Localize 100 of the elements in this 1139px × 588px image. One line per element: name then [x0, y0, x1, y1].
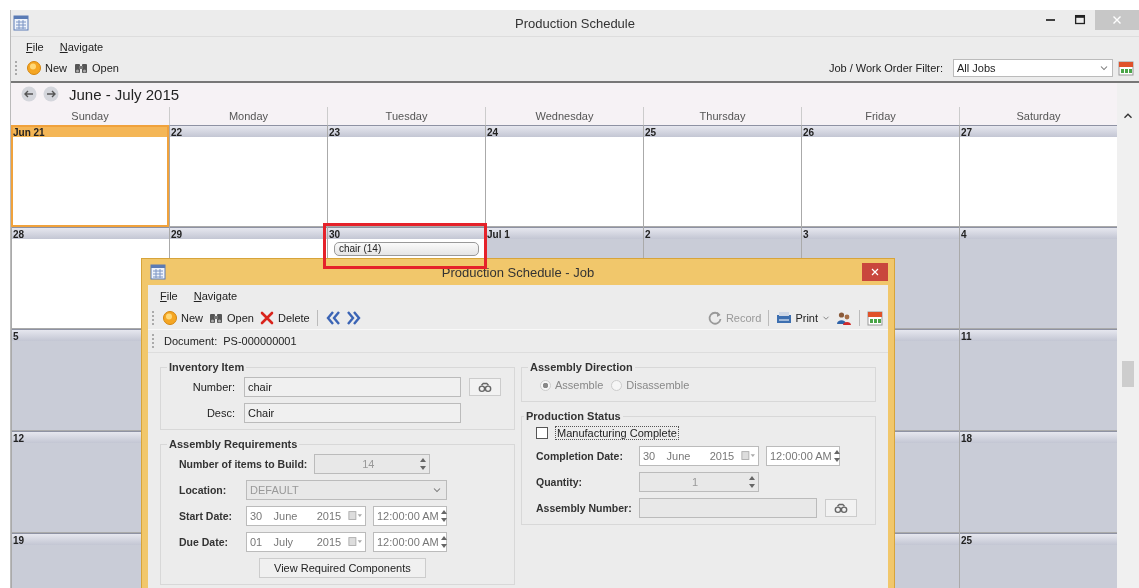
- day-cell[interactable]: 22: [169, 125, 327, 227]
- day-cell[interactable]: 23: [327, 125, 485, 227]
- toolbar-button[interactable]: New: [25, 58, 68, 78]
- toolbar-button[interactable]: Open: [72, 58, 120, 78]
- calendar-dropdown-icon: [348, 535, 362, 549]
- sun-icon: [26, 60, 42, 76]
- day-number: 28: [12, 229, 25, 240]
- field-label: Location:: [179, 484, 228, 496]
- next-button[interactable]: [43, 86, 59, 102]
- input-field[interactable]: Chair: [244, 403, 461, 423]
- close-icon: [869, 266, 881, 278]
- view-components-button[interactable]: View Required Components: [259, 558, 426, 578]
- event-chip[interactable]: chair (14): [334, 242, 479, 256]
- scrollbar-thumb[interactable]: [1122, 361, 1134, 387]
- day-cell[interactable]: Jun 21: [11, 125, 169, 227]
- day-number: 27: [960, 127, 973, 138]
- time-field[interactable]: 12:00:00 AM: [766, 446, 840, 466]
- weekday-header: Sunday: [70, 109, 110, 124]
- group-title: Assembly Requirements: [168, 438, 299, 450]
- day-number: 3: [802, 229, 809, 240]
- day-cell[interactable]: 18: [959, 431, 1117, 533]
- day-cell[interactable]: 24: [485, 125, 643, 227]
- day-cell[interactable]: 27: [959, 125, 1117, 227]
- input-field[interactable]: chair: [244, 377, 461, 397]
- group-title: Inventory Item: [168, 361, 246, 373]
- date-field[interactable]: 30 June 2015: [246, 506, 366, 526]
- field-label: Quantity:: [536, 476, 584, 488]
- previous-button[interactable]: [21, 86, 37, 102]
- calendar-icon: [1118, 60, 1134, 76]
- field-label: Number:: [191, 381, 236, 393]
- calendar-dropdown-icon: [348, 509, 362, 523]
- toolbar-button[interactable]: Open: [207, 308, 255, 328]
- checkbox[interactable]: [536, 427, 548, 439]
- menu-item[interactable]: Navigate: [59, 41, 104, 53]
- binoculars-icon: [834, 501, 848, 515]
- close-button[interactable]: [862, 263, 888, 281]
- circular-arrow-icon: [706, 310, 723, 326]
- day-number: 25: [644, 127, 657, 138]
- date-field[interactable]: 30 June 2015: [639, 446, 759, 466]
- day-number: 30: [328, 229, 341, 240]
- day-number: 26: [802, 127, 815, 138]
- field-label: Due Date:: [179, 536, 229, 548]
- field-label: Assembly Number:: [536, 502, 632, 514]
- time-field[interactable]: 12:00:00 AM: [373, 506, 447, 526]
- calendar-icon: [13, 15, 29, 31]
- spinner-icon: [420, 458, 427, 470]
- day-cell[interactable]: 11: [959, 329, 1117, 431]
- filter-dropdown[interactable]: All Jobs: [953, 59, 1113, 77]
- day-number: 24: [486, 127, 499, 138]
- day-number: 29: [170, 229, 183, 240]
- spinner-icon: [833, 450, 840, 462]
- window-title: Production Schedule: [515, 15, 635, 31]
- toolbar-button[interactable]: Delete: [257, 308, 311, 328]
- sun-icon: [162, 310, 178, 326]
- day-cell[interactable]: 25: [643, 125, 801, 227]
- field-label: Start Date:: [179, 510, 234, 522]
- day-number: 19: [12, 535, 25, 546]
- day-number: Jun 21: [12, 127, 45, 138]
- filter-label: Job / Work Order Filter:: [828, 62, 943, 74]
- document-number: PS-000000001: [223, 335, 297, 347]
- time-field[interactable]: 12:00:00 AM: [373, 532, 447, 552]
- day-cell[interactable]: 4: [959, 227, 1117, 329]
- radio-button[interactable]: [611, 379, 623, 391]
- input-field[interactable]: [639, 498, 817, 518]
- field-label: Completion Date:: [536, 450, 624, 462]
- checkbox-label[interactable]: Manufacturing Complete: [555, 426, 679, 440]
- double-chevron-left-icon: [324, 310, 341, 326]
- cross-icon: [258, 310, 275, 326]
- double-chevron-right-icon: [345, 310, 362, 326]
- spinner-icon: [749, 476, 755, 488]
- day-cell[interactable]: 26: [801, 125, 959, 227]
- menu-item[interactable]: File: [26, 41, 44, 53]
- lookup-button[interactable]: [825, 499, 857, 517]
- group-title: Production Status: [525, 410, 622, 422]
- printer-icon: [776, 310, 793, 326]
- day-number: 2: [644, 229, 651, 240]
- maximize-icon: [1073, 13, 1087, 27]
- day-number: 5: [12, 331, 19, 342]
- field-label: Number of items to Build:: [179, 458, 308, 470]
- radio-button[interactable]: [540, 379, 551, 391]
- date-field[interactable]: 01 July 2015: [246, 532, 366, 552]
- day-number: 11: [960, 331, 972, 342]
- menu-item[interactable]: Navigate: [193, 290, 238, 302]
- toolbar-button[interactable]: [866, 308, 884, 328]
- calendar-icon: [150, 264, 166, 280]
- calendar-button[interactable]: [1117, 58, 1135, 78]
- calendar-icon: [867, 310, 883, 326]
- scrollbar[interactable]: [1117, 83, 1139, 588]
- day-number: Jul 1: [486, 229, 510, 240]
- day-cell[interactable]: 25: [959, 533, 1117, 588]
- field-label: Desc:: [205, 407, 236, 419]
- day-number: 25: [960, 535, 973, 546]
- lookup-button[interactable]: [469, 378, 501, 396]
- people-icon: [836, 310, 852, 326]
- group-title: Assembly Direction: [529, 361, 634, 373]
- binoculars-icon: [478, 380, 492, 394]
- spinner-icon: [440, 510, 447, 522]
- day-number: 22: [170, 127, 183, 138]
- day-number: 12: [12, 433, 25, 444]
- spinner-icon: [440, 536, 447, 548]
